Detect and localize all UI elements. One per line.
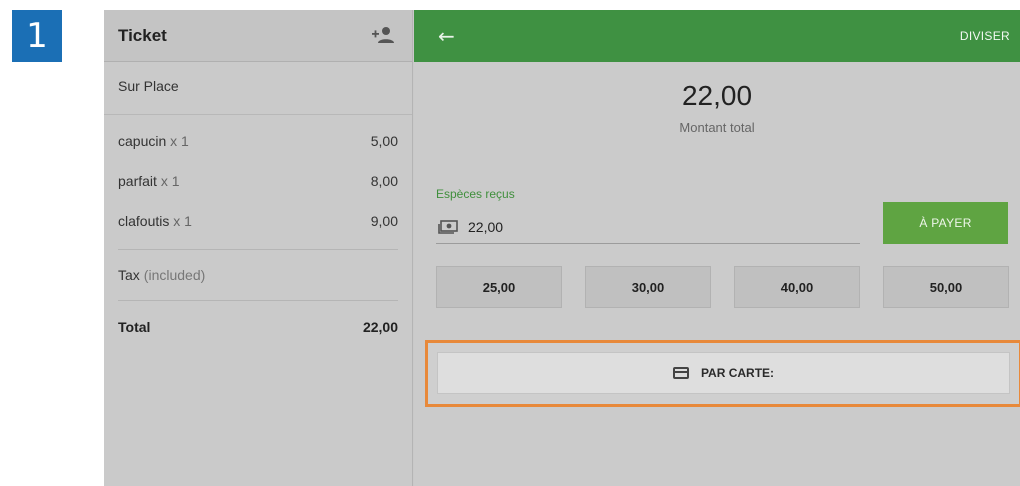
pos-screen: Ticket Sur Place capucin x 1 5,00 parfai…: [104, 10, 1020, 486]
item-name-group: capucin x 1: [118, 133, 189, 149]
item-price: 8,00: [370, 173, 398, 189]
split-button[interactable]: DIVISER: [960, 29, 1010, 43]
total-label: Total: [118, 319, 151, 335]
cash-received-value: 22,00: [468, 218, 504, 235]
quick-amount-button[interactable]: 40,00: [734, 266, 860, 308]
item-price: 5,00: [370, 133, 398, 149]
item-quantity: x 1: [170, 133, 189, 149]
tax-note: (included): [143, 267, 206, 283]
total-row: Total 22,00: [104, 301, 412, 353]
order-type[interactable]: Sur Place: [104, 62, 412, 115]
item-name: capucin: [118, 133, 167, 149]
pay-by-card-button[interactable]: PAR CARTE:: [437, 352, 1010, 394]
item-quantity: x 1: [160, 173, 180, 189]
quick-amount-button[interactable]: 25,00: [436, 266, 562, 308]
arrow-left-icon[interactable]: ←: [438, 24, 455, 48]
item-price: 9,00: [370, 213, 398, 229]
pay-by-card-label: PAR CARTE:: [700, 366, 775, 380]
cash-received-input[interactable]: 22,00: [436, 210, 860, 244]
item-name-group: clafoutis x 1: [118, 213, 192, 229]
add-customer-icon[interactable]: [370, 25, 396, 47]
quick-amount-button[interactable]: 50,00: [883, 266, 1009, 308]
ticket-line-item[interactable]: clafoutis x 1 9,00: [118, 201, 398, 241]
highlight-frame: PAR CARTE:: [425, 340, 1020, 407]
credit-card-icon: [672, 367, 689, 379]
total-amount: 22,00: [681, 80, 753, 111]
step-number-badge: 1: [12, 10, 62, 62]
payment-panel: ← DIVISER 22,00 Montant total Espèces re…: [414, 10, 1020, 486]
ticket-panel: Ticket Sur Place capucin x 1 5,00 parfai…: [104, 10, 413, 486]
tax-row: Tax (included): [104, 250, 412, 300]
cash-icon: [438, 219, 458, 234]
ticket-line-item[interactable]: parfait x 1 8,00: [118, 161, 398, 201]
item-name-group: parfait x 1: [118, 173, 180, 189]
ticket-items: capucin x 1 5,00 parfait x 1 8,00 clafou…: [104, 115, 412, 241]
item-name: parfait: [118, 173, 157, 189]
ticket-header: Ticket: [104, 10, 412, 62]
ticket-line-item[interactable]: capucin x 1 5,00: [118, 121, 398, 161]
ticket-title: Ticket: [118, 25, 167, 45]
item-name: clafoutis: [118, 213, 170, 229]
quick-amount-button[interactable]: 30,00: [585, 266, 711, 308]
cash-received-label: Espèces reçus: [436, 187, 515, 201]
total-amount-label: Montant total: [679, 120, 755, 135]
tax-label: Tax: [118, 267, 140, 283]
pay-button[interactable]: À PAYER: [883, 202, 1008, 244]
total-value: 22,00: [362, 319, 398, 335]
item-quantity: x 1: [173, 213, 192, 229]
payment-header: ← DIVISER: [414, 10, 1020, 62]
